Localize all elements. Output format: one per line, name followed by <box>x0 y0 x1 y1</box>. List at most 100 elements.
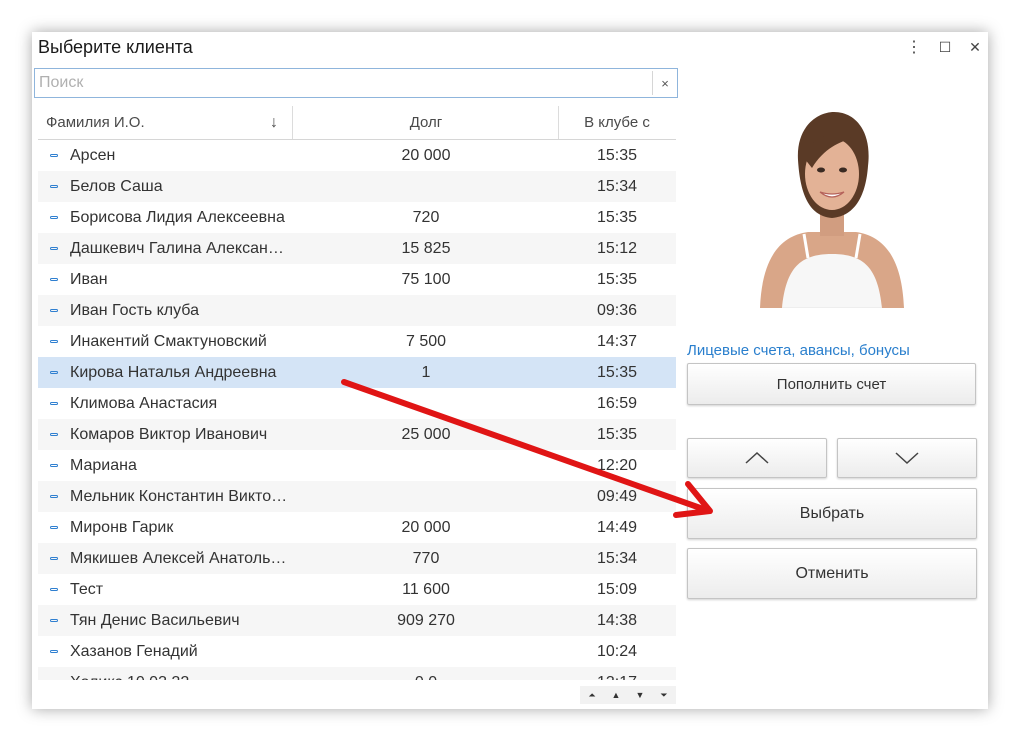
debt-cell: 20 000 <box>401 147 451 164</box>
client-select-dialog: Выберите клиента ⋮ ☐ ✕ × Фамилия И.О. ↓ … <box>32 32 988 709</box>
search-box: × <box>34 68 678 98</box>
topup-account-button[interactable]: Пополнить счет <box>687 363 976 405</box>
debt-cell: 7 500 <box>405 333 447 350</box>
in-club-since-cell: 14:37 <box>596 333 638 350</box>
row-marker-icon <box>50 402 58 405</box>
client-name-cell: Иван <box>70 271 108 288</box>
table-header: Фамилия И.О. ↓ Долг В клубе с <box>38 106 676 140</box>
in-club-since-cell: 15:35 <box>596 426 638 443</box>
search-input[interactable] <box>39 69 651 97</box>
row-marker-icon <box>50 464 58 467</box>
accounts-advances-bonuses-link[interactable]: Лицевые счета, авансы, бонусы <box>687 342 910 359</box>
clear-search-icon[interactable]: × <box>652 71 677 95</box>
maximize-icon[interactable]: ☐ <box>934 36 956 58</box>
move-up-button[interactable] <box>687 438 827 478</box>
in-club-since-cell: 15:34 <box>596 178 638 195</box>
in-club-since-cell: 16:59 <box>596 395 638 412</box>
clients-table: Фамилия И.О. ↓ Долг В клубе с Арсен 20 00… <box>38 106 676 680</box>
client-name-cell: Борисова Лидия Алексеевна <box>70 209 285 226</box>
client-name-cell: Холикс 10.03.22 <box>70 667 290 680</box>
client-name-cell: Кирова Наталья Андреевна <box>70 364 277 381</box>
client-name-cell: Мякишев Алексей Анатоль… <box>70 550 287 567</box>
cancel-button[interactable]: Отменить <box>687 548 977 599</box>
table-row[interactable]: Комаров Виктор Иванович 25 000 15:35 <box>38 419 676 450</box>
in-club-since-cell: 14:49 <box>596 519 638 536</box>
table-row[interactable]: Арсен 20 000 15:35 <box>38 140 676 171</box>
in-club-since-cell: 15:12 <box>596 240 638 257</box>
row-marker-icon <box>50 650 58 653</box>
row-marker-icon <box>50 154 58 157</box>
table-row[interactable]: Белов Саша 15:34 <box>38 171 676 202</box>
scroll-bottom-icon[interactable]: ⏷ <box>656 690 672 701</box>
table-body: Арсен 20 000 15:35 Белов Саша 15:34 Борисова … <box>38 140 676 680</box>
column-header-name[interactable]: Фамилия И.О. <box>46 106 145 139</box>
table-row[interactable]: Инакентий Смактуновский 7 500 14:37 <box>38 326 676 357</box>
client-name-cell: Иван Гость клуба <box>70 302 199 319</box>
in-club-since-cell: 14:38 <box>596 612 638 629</box>
client-name-cell: Инакентий Смактуновский <box>70 333 267 350</box>
row-marker-icon <box>50 557 58 560</box>
column-header-debt[interactable]: Долг <box>294 106 558 139</box>
table-row[interactable]: Иван 75 100 15:35 <box>38 264 676 295</box>
row-marker-icon <box>50 309 58 312</box>
debt-cell: 0.0 <box>294 667 558 680</box>
chevron-up-icon <box>745 451 769 464</box>
move-down-button[interactable] <box>837 438 977 478</box>
row-marker-icon <box>50 340 58 343</box>
in-club-since-cell: 15:09 <box>596 581 638 598</box>
table-row[interactable]: Иван Гость клуба 09:36 <box>38 295 676 326</box>
table-row[interactable]: Хазанов Генадий 10:24 <box>38 636 676 667</box>
table-row[interactable]: Борисова Лидия Алексеевна 720 15:35 <box>38 202 676 233</box>
table-row[interactable]: Дашкевич Галина Александ… 15 825 15:12 <box>38 233 676 264</box>
table-row[interactable]: Мельник Константин Викто… 09:49 <box>38 481 676 512</box>
debt-cell: 11 600 <box>402 581 450 598</box>
row-marker-icon <box>50 216 58 219</box>
table-row[interactable]: Тест 11 600 15:09 <box>38 574 676 605</box>
row-marker-icon <box>50 371 58 374</box>
table-row[interactable]: Кирова Наталья Андреевна 1 15:35 <box>38 357 676 388</box>
debt-cell: 75 100 <box>401 271 451 288</box>
table-row[interactable]: Мякишев Алексей Анатоль… 770 15:34 <box>38 543 676 574</box>
dialog-title: Выберите клиента <box>38 37 193 57</box>
debt-cell: 909 270 <box>397 612 455 629</box>
row-marker-icon <box>50 619 58 622</box>
table-row[interactable]: Холикс 10.03.22 0.013:17 <box>38 667 676 680</box>
row-marker-icon <box>50 185 58 188</box>
scroll-up-icon[interactable]: ▲ <box>608 690 624 700</box>
scroll-top-icon[interactable]: ⏶ <box>584 690 600 701</box>
close-icon[interactable]: ✕ <box>964 36 986 58</box>
in-club-since-cell: 15:35 <box>596 364 638 381</box>
in-club-since-cell: 12:20 <box>596 457 638 474</box>
more-menu-icon[interactable]: ⋮ <box>903 36 925 58</box>
in-club-since-cell: 10:24 <box>596 643 638 660</box>
client-name-cell: Климова Анастасия <box>70 395 218 412</box>
client-name-cell: Белов Саша <box>70 178 163 195</box>
table-scroll-controls: ⏶ ▲ ▼ ⏷ <box>580 686 676 704</box>
table-row[interactable]: Тян Денис Васильевич 909 270 14:38 <box>38 605 676 636</box>
table-row[interactable]: Мариана 12:20 <box>38 450 676 481</box>
in-club-since-cell: 13:17 <box>558 667 676 680</box>
client-name-cell: Дашкевич Галина Александ… <box>70 240 290 257</box>
client-photo <box>760 112 904 308</box>
client-name-cell: Мариана <box>70 457 137 474</box>
row-marker-icon <box>50 526 58 529</box>
table-row[interactable]: Миронв Гарик 20 000 14:49 <box>38 512 676 543</box>
debt-cell: 15 825 <box>401 240 451 257</box>
debt-cell: 1 <box>421 364 431 381</box>
column-header-since[interactable]: В клубе с <box>558 106 676 139</box>
in-club-since-cell: 09:49 <box>596 488 638 505</box>
client-name-cell: Комаров Виктор Иванович <box>70 426 268 443</box>
client-name-cell: Арсен <box>70 147 116 164</box>
in-club-since-cell: 15:35 <box>596 271 638 288</box>
in-club-since-cell: 15:35 <box>596 147 638 164</box>
table-row[interactable]: Климова Анастасия 16:59 <box>38 388 676 419</box>
client-name-cell: Тян Денис Васильевич <box>70 612 240 629</box>
select-button[interactable]: Выбрать <box>687 488 977 539</box>
scroll-down-icon[interactable]: ▼ <box>632 690 648 700</box>
sort-down-icon[interactable]: ↓ <box>270 106 278 139</box>
in-club-since-cell: 09:36 <box>596 302 638 319</box>
chevron-down-icon <box>895 452 919 465</box>
debt-cell: 25 000 <box>401 426 451 443</box>
client-name-cell: Мельник Константин Викто… <box>70 488 288 505</box>
client-name-cell: Миронв Гарик <box>70 519 174 536</box>
